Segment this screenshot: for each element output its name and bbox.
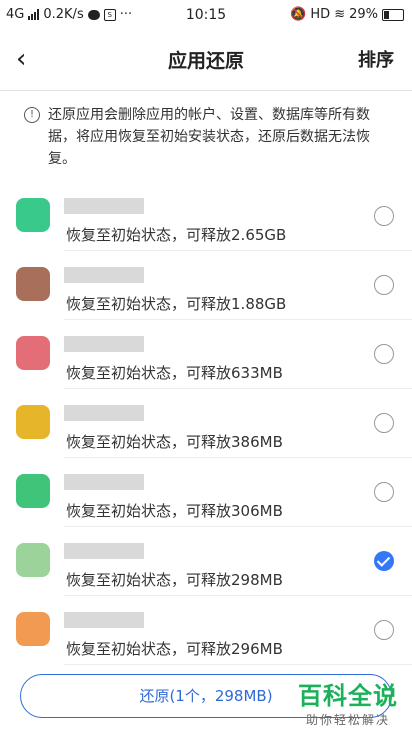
app-restore-info: 恢复至初始状态，可释放1.88GB bbox=[66, 295, 287, 313]
app-row[interactable]: 恢复至初始状态，可释放296MB bbox=[0, 596, 412, 665]
app-row[interactable]: 恢复至初始状态，可释放306MB bbox=[0, 458, 412, 527]
hd-label: HD bbox=[310, 7, 331, 22]
app-row[interactable]: 恢复至初始状态，可释放633MB bbox=[0, 320, 412, 389]
select-radio[interactable] bbox=[374, 620, 394, 640]
sort-button[interactable]: 排序 bbox=[358, 46, 394, 72]
status-right: 🔕 HD ≋ 29% bbox=[290, 7, 404, 22]
app-name-blurred bbox=[64, 405, 144, 421]
select-radio[interactable] bbox=[374, 344, 394, 364]
select-radio[interactable] bbox=[374, 551, 394, 571]
app-restore-info: 恢复至初始状态，可释放298MB bbox=[66, 571, 283, 589]
app-restore-info: 恢复至初始状态，可释放306MB bbox=[66, 502, 283, 520]
app-name-blurred bbox=[64, 267, 144, 283]
notice-text: 还原应用会删除应用的帐户、设置、数据库等所有数据，将应用恢复至初始安装状态，还原… bbox=[48, 107, 370, 167]
app-restore-info: 恢复至初始状态，可释放2.65GB bbox=[66, 226, 287, 244]
battery-icon bbox=[382, 8, 404, 21]
select-radio[interactable] bbox=[374, 413, 394, 433]
app-name-blurred bbox=[64, 612, 144, 628]
info-icon: ! bbox=[24, 107, 40, 123]
app-icon bbox=[16, 267, 50, 301]
app-restore-info: 恢复至初始状态，可释放633MB bbox=[66, 364, 283, 382]
app-icon bbox=[16, 543, 50, 577]
battery-percent: 29% bbox=[349, 7, 378, 22]
select-radio[interactable] bbox=[374, 275, 394, 295]
header-divider bbox=[0, 90, 412, 91]
app-icon bbox=[16, 405, 50, 439]
page-title: 应用还原 bbox=[167, 50, 244, 72]
watermark-subtitle: 助你轻松解决 bbox=[305, 713, 390, 727]
app-icon bbox=[16, 336, 50, 370]
app-name-blurred bbox=[64, 336, 144, 352]
app-name-blurred bbox=[64, 474, 144, 490]
select-radio[interactable] bbox=[374, 482, 394, 502]
app-icon bbox=[16, 612, 50, 646]
watermark-title: 百科全说 bbox=[298, 682, 398, 710]
watermark-logo: 百科全说 助你轻松解决 bbox=[298, 676, 398, 728]
app-icon bbox=[16, 198, 50, 232]
app-row[interactable]: 恢复至初始状态，可释放386MB bbox=[0, 389, 412, 458]
app-restore-info: 恢复至初始状态，可释放386MB bbox=[66, 433, 283, 451]
app-row[interactable]: 恢复至初始状态，可释放2.65GB bbox=[0, 182, 412, 251]
app-list: 恢复至初始状态，可释放2.65GB 恢复至初始状态，可释放1.88GB 恢复至初… bbox=[0, 182, 412, 665]
row-divider bbox=[64, 664, 412, 665]
app-header: ‹ 应用还原 排序 bbox=[0, 34, 412, 84]
mute-icon: 🔕 bbox=[290, 7, 307, 22]
wifi-icon: ≋ bbox=[334, 7, 346, 22]
select-radio[interactable] bbox=[374, 206, 394, 226]
status-bar: 4G 0.2K/s S ··· 10:15 🔕 HD ≋ 29% bbox=[0, 0, 412, 30]
app-icon bbox=[16, 474, 50, 508]
restore-notice: ! 还原应用会删除应用的帐户、设置、数据库等所有数据，将应用恢复至初始安装状态，… bbox=[24, 104, 394, 170]
app-row[interactable]: 恢复至初始状态，可释放298MB bbox=[0, 527, 412, 596]
app-name-blurred bbox=[64, 198, 144, 214]
app-restore-info: 恢复至初始状态，可释放296MB bbox=[66, 640, 283, 658]
app-name-blurred bbox=[64, 543, 144, 559]
app-row[interactable]: 恢复至初始状态，可释放1.88GB bbox=[0, 251, 412, 320]
